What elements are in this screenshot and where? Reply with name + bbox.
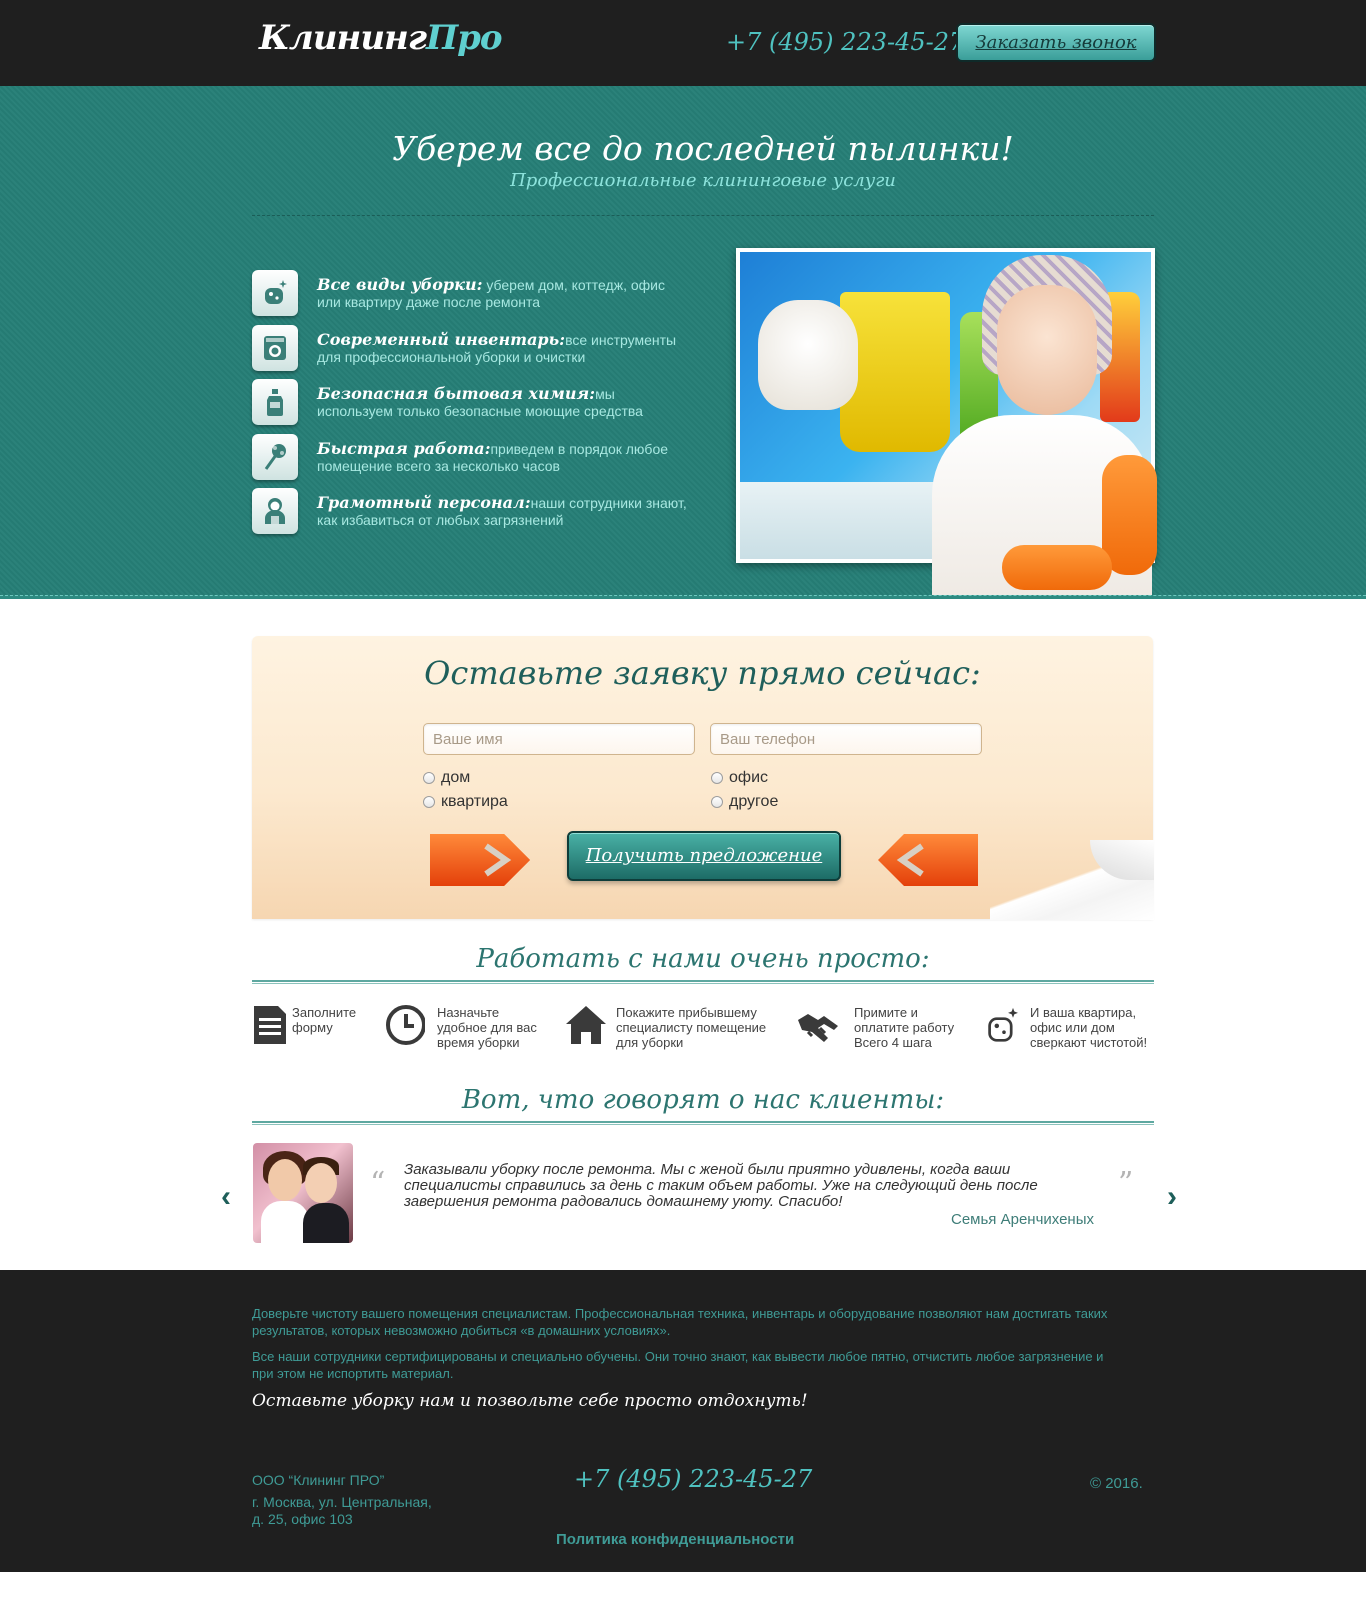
sponge-icon	[252, 270, 298, 316]
order-form-title: Оставьте заявку прямо сейчас:	[424, 654, 981, 692]
copyright: © 2016.	[1090, 1475, 1143, 1492]
house-icon	[566, 1006, 606, 1044]
feature-text: Быстрая работа:приведем в порядок любое …	[317, 440, 687, 475]
feature-item: Грамотный персонал:наши сотрудники знают…	[252, 488, 712, 543]
phone-input[interactable]	[710, 723, 982, 755]
company-name: ООО “Клининг ПРО”	[252, 1472, 385, 1488]
step-text: Примите и оплатите работу Всего 4 шага	[854, 1005, 955, 1050]
steps-title: Работать с нами очень просто:	[476, 944, 930, 974]
reviews-divider	[252, 1121, 1154, 1125]
radio-option-house[interactable]: дом	[423, 769, 470, 787]
radio-button[interactable]	[423, 772, 435, 784]
mop-shape	[758, 300, 858, 410]
feature-title: Быстрая работа:	[317, 438, 491, 458]
washing-machine-icon	[252, 324, 298, 371]
step-item: Назначьте удобное для вас время уборки	[385, 1002, 550, 1058]
step-text: Покажите прибывшему специалисту помещени…	[616, 1005, 767, 1050]
step-item: Заполните форму	[252, 1002, 372, 1058]
radio-button[interactable]	[711, 772, 723, 784]
footer-slogan: Оставьте уборку нам и позвольте себе про…	[252, 1391, 808, 1411]
feature-title: Безопасная бытовая химия:	[317, 384, 596, 403]
company-address: г. Москва, ул. Центральная, д. 25, офис 1…	[252, 1494, 432, 1528]
radio-button[interactable]	[711, 796, 723, 808]
radio-option-apartment[interactable]: квартира	[423, 793, 508, 811]
address-line: д. 25, офис 103	[252, 1511, 353, 1527]
footer-paragraph: Все наши сотрудники сертифицированы и сп…	[252, 1349, 1104, 1381]
get-offer-button[interactable]: Получить предложение	[567, 831, 841, 881]
step-text: И ваша квартира, офис или дом сверкают ч…	[1030, 1005, 1148, 1050]
header-phone[interactable]: +7 (495) 223-45-27	[726, 28, 964, 56]
feature-text: Современный инвентарь:все инструменты дл…	[317, 331, 687, 366]
features-list: Все виды уборки: уберем дом, коттедж, оф…	[252, 270, 712, 543]
close-quote-icon: ”	[1118, 1166, 1134, 1201]
radio-label: офис	[729, 769, 768, 786]
glove-shape	[1102, 455, 1157, 575]
feature-item: Быстрая работа:приведем в порядок любое …	[252, 433, 712, 489]
feature-title: Все виды уборки:	[317, 275, 483, 294]
footer-paragraph: Доверьте чистоту вашего помещения специа…	[252, 1306, 1108, 1338]
step-item: Примите и оплатите работу Всего 4 шага	[796, 1002, 968, 1058]
step-item: И ваша квартира, офис или дом сверкают ч…	[986, 1002, 1161, 1058]
steps-divider	[252, 980, 1154, 984]
review-author: Семья Аренчихеных	[951, 1211, 1094, 1228]
logo-text: Клининг	[259, 18, 427, 58]
site-logo[interactable]: КлинингПро	[259, 18, 503, 58]
name-input[interactable]	[423, 723, 695, 755]
dress-shape	[261, 1201, 309, 1243]
radio-option-office[interactable]: офис	[711, 769, 768, 787]
hero-title: Уберем все до последней пылинки!	[392, 129, 1014, 168]
reviews-title: Вот, что говорят о нас клиенты:	[461, 1085, 945, 1115]
open-quote-icon: “	[370, 1166, 386, 1201]
face-shape	[305, 1163, 337, 1203]
feature-item: Все виды уборки: уберем дом, коттедж, оф…	[252, 270, 712, 325]
handshake-icon	[798, 1014, 838, 1042]
privacy-policy-link[interactable]: Политика конфиденциальности	[556, 1531, 794, 1548]
arrow-right-icon	[430, 834, 530, 886]
feature-title: Грамотный персонал:	[317, 493, 531, 512]
suit-shape	[303, 1203, 349, 1243]
feature-text: Все виды уборки: уберем дом, коттедж, оф…	[317, 276, 687, 311]
radio-label: другое	[729, 793, 779, 810]
glove-shape	[1002, 545, 1112, 590]
feature-item: Безопасная бытовая химия:мы используем т…	[252, 379, 712, 434]
top-header	[0, 0, 1366, 86]
sparkle-sponge-icon	[988, 1007, 1018, 1042]
detergent-bottle-icon	[252, 379, 298, 425]
review-text: Заказывали уборку после ремонта. Мы с же…	[404, 1161, 1038, 1210]
logo-accent: Про	[425, 18, 503, 58]
duster-icon	[252, 433, 298, 480]
hero-separator	[252, 215, 1154, 216]
face-shape	[268, 1159, 302, 1201]
callback-button[interactable]: Заказать звонок	[956, 23, 1156, 62]
arrow-left-icon	[878, 834, 978, 886]
radio-option-other[interactable]: другое	[711, 793, 778, 811]
review-avatar	[253, 1143, 353, 1243]
staff-icon	[252, 488, 298, 534]
review-prev-button[interactable]: ‹	[221, 1180, 231, 1214]
feature-title: Современный инвентарь:	[317, 329, 566, 349]
footer-phone[interactable]: +7 (495) 223-45-27	[574, 1465, 812, 1493]
clock-icon	[386, 1005, 425, 1045]
form-icon	[254, 1006, 286, 1044]
feature-text: Грамотный персонал:наши сотрудники знают…	[317, 494, 687, 529]
radio-label: квартира	[441, 793, 508, 810]
hero-divider	[0, 595, 1366, 599]
cleaning-woman-image	[912, 255, 1182, 595]
step-item: Покажите прибывшему специалисту помещени…	[564, 1002, 782, 1058]
feature-text: Безопасная бытовая химия:мы используем т…	[317, 385, 687, 420]
address-line: г. Москва, ул. Центральная,	[252, 1494, 432, 1510]
review-next-button[interactable]: ›	[1167, 1180, 1177, 1214]
feature-item: Современный инвентарь:все инструменты дл…	[252, 324, 712, 380]
face-shape	[997, 285, 1097, 415]
step-text: Заполните форму	[292, 1005, 357, 1035]
hero-subtitle: Профессиональные клининговые услуги	[510, 170, 896, 191]
radio-label: дом	[441, 769, 471, 786]
radio-button[interactable]	[423, 796, 435, 808]
step-text: Назначьте удобное для вас время уборки	[437, 1005, 537, 1050]
